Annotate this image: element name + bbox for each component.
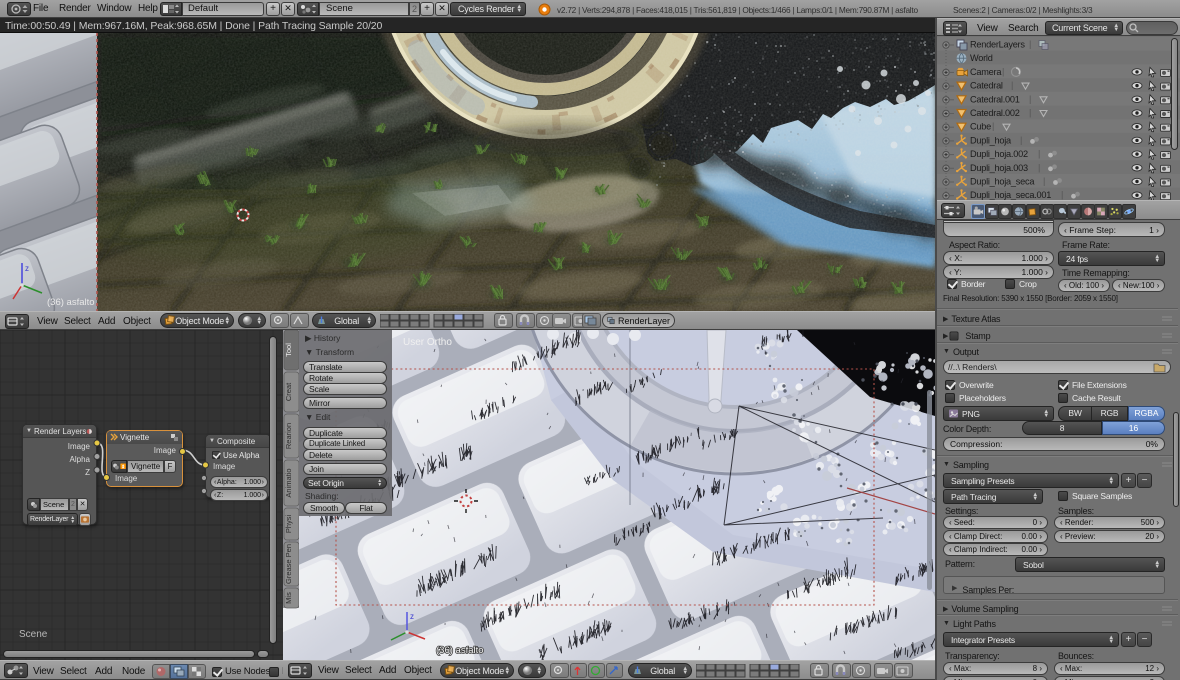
svg-text:Camera: Camera bbox=[970, 67, 1002, 77]
svg-text:|: | bbox=[1002, 66, 1004, 76]
svg-text:z: z bbox=[410, 612, 414, 621]
svg-text:|: | bbox=[1038, 149, 1040, 159]
svg-text:|: | bbox=[1038, 162, 1040, 172]
svg-text:z: z bbox=[25, 264, 29, 273]
svg-text:|: | bbox=[1061, 190, 1063, 200]
svg-text:|: | bbox=[992, 121, 994, 131]
svg-text:Dupli_hoja.003: Dupli_hoja.003 bbox=[970, 163, 1028, 173]
svg-text:Tool: Tool bbox=[284, 343, 293, 357]
svg-text:RenderLayers: RenderLayers bbox=[970, 40, 1025, 50]
svg-text:World: World bbox=[970, 53, 993, 63]
svg-text:Rearion: Rearion bbox=[284, 423, 293, 449]
svg-text:|: | bbox=[1043, 176, 1045, 186]
svg-text:|: | bbox=[1029, 94, 1031, 104]
svg-text:Creat: Creat bbox=[284, 382, 293, 401]
svg-text:|: | bbox=[1029, 39, 1031, 49]
svg-text:(36) asfalto: (36) asfalto bbox=[47, 297, 95, 308]
svg-text:Physi: Physi bbox=[284, 514, 293, 533]
svg-text:Dupli_hoja_seca: Dupli_hoja_seca bbox=[970, 177, 1035, 187]
svg-text:User Ortho: User Ortho bbox=[403, 337, 452, 348]
svg-text:Dupli_hoja.002: Dupli_hoja.002 bbox=[970, 149, 1028, 159]
svg-text:Dupli_hoja: Dupli_hoja bbox=[970, 135, 1012, 145]
svg-text:Grease Pen: Grease Pen bbox=[284, 544, 293, 584]
svg-text:|: | bbox=[1020, 135, 1022, 145]
svg-text:(36) asfalto: (36) asfalto bbox=[436, 645, 484, 656]
svg-text:Mis: Mis bbox=[284, 592, 293, 604]
svg-text:|: | bbox=[1029, 108, 1031, 118]
svg-text:Cube: Cube bbox=[970, 122, 991, 132]
svg-text:|: | bbox=[1011, 80, 1013, 90]
svg-text:Catedral: Catedral bbox=[970, 81, 1003, 91]
svg-text:Catedral.001: Catedral.001 bbox=[970, 94, 1020, 104]
svg-text:Animatio: Animatio bbox=[284, 468, 293, 497]
svg-text:Catedral.002: Catedral.002 bbox=[970, 108, 1020, 118]
svg-text:Dupli_hoja_seca.001: Dupli_hoja_seca.001 bbox=[970, 190, 1051, 200]
